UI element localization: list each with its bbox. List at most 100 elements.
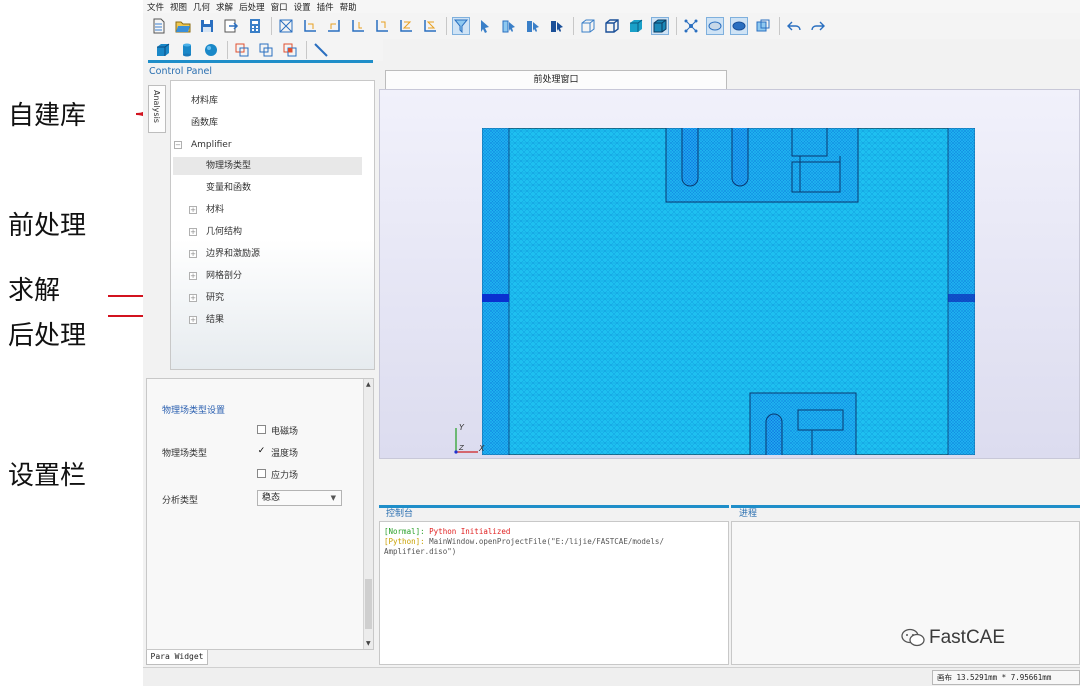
expand-icon[interactable]: + xyxy=(189,293,197,302)
tree-item-material-lib[interactable]: 材料库 xyxy=(191,92,218,110)
menu-geometry[interactable]: 几何 xyxy=(193,1,210,13)
tree-item-variables[interactable]: 变量和函数 xyxy=(206,179,251,197)
new-file-icon[interactable] xyxy=(151,18,167,34)
thermal-field-checkbox[interactable]: ✓ xyxy=(257,447,266,456)
app-window: 文件 视图 几何 求解 后处理 窗口 设置 插件 帮助 Control Pane… xyxy=(143,0,1080,686)
menu-settings[interactable]: 设置 xyxy=(294,1,311,13)
tree-item-geometry-label: 几何结构 xyxy=(206,227,243,237)
fit-view-icon[interactable] xyxy=(278,18,294,34)
surface-edges-icon[interactable] xyxy=(651,17,669,35)
tree-item-function-lib[interactable]: 函数库 xyxy=(191,114,218,132)
wireframe-icon[interactable] xyxy=(580,18,596,34)
tree-item-physics-type[interactable]: 物理场类型 xyxy=(173,157,362,175)
console-output[interactable]: [Normal]: Python Initialized [Python]: M… xyxy=(379,521,729,665)
redo-icon[interactable] xyxy=(810,18,826,34)
toolbar-separator xyxy=(573,17,574,35)
line-icon[interactable] xyxy=(313,42,329,58)
view-zplus-icon[interactable] xyxy=(398,18,414,34)
main-toolbar xyxy=(143,13,1080,39)
select-filter-icon[interactable] xyxy=(452,17,470,35)
collapse-icon[interactable]: − xyxy=(174,140,182,149)
import-icon[interactable] xyxy=(223,18,239,34)
sphere-icon[interactable] xyxy=(203,42,219,58)
expand-icon[interactable]: + xyxy=(189,271,197,280)
boolean-union-icon[interactable] xyxy=(234,42,250,58)
menu-bar: 文件 视图 几何 求解 后处理 窗口 设置 插件 帮助 xyxy=(143,0,1080,13)
em-field-checkbox[interactable] xyxy=(257,425,266,434)
mesh-faces-icon[interactable] xyxy=(730,17,748,35)
annotation-solve: 求解 xyxy=(8,276,61,306)
view-yplus-icon[interactable] xyxy=(350,18,366,34)
normal-tag: [Normal]: xyxy=(384,527,425,536)
select-face-icon[interactable] xyxy=(525,18,541,34)
expand-icon[interactable]: + xyxy=(189,205,197,214)
scroll-thumb[interactable] xyxy=(365,579,372,629)
menu-view[interactable]: 视图 xyxy=(170,1,187,13)
undo-icon[interactable] xyxy=(786,18,802,34)
mesh-quality-icon[interactable] xyxy=(755,18,771,34)
boolean-cut-icon[interactable] xyxy=(258,42,274,58)
stress-field-label: 应力场 xyxy=(271,471,299,481)
para-widget-tab[interactable]: Para Widget xyxy=(146,650,208,665)
console-line: [Normal]: Python Initialized xyxy=(384,527,724,537)
menu-postprocess[interactable]: 后处理 xyxy=(239,1,265,13)
menu-help[interactable]: 帮助 xyxy=(340,1,357,13)
select-edge-icon[interactable] xyxy=(501,18,517,34)
select-point-icon[interactable] xyxy=(477,18,493,34)
annotation-postprocess: 后处理 xyxy=(8,321,87,351)
status-bar: 画布 13.5291mm * 7.95661mm xyxy=(143,667,1080,686)
boolean-intersect-icon[interactable] xyxy=(282,42,298,58)
watermark-text: FastCAE xyxy=(929,627,1006,648)
console-line: [Python]: MainWindow.openProjectFile("E:… xyxy=(384,537,724,547)
control-panel-title: Control Panel xyxy=(149,66,212,77)
expand-icon[interactable]: + xyxy=(189,249,197,258)
save-icon[interactable] xyxy=(199,18,215,34)
select-body-icon[interactable] xyxy=(549,18,565,34)
geometry-toolbar xyxy=(143,39,383,61)
wechat-icon xyxy=(901,628,925,647)
menu-file[interactable]: 文件 xyxy=(147,1,164,13)
settings-title: 物理场类型设置 xyxy=(162,406,226,416)
calculator-icon[interactable] xyxy=(247,18,263,34)
thermal-field-label: 温度场 xyxy=(271,449,299,459)
stress-field-checkbox[interactable] xyxy=(257,469,266,478)
project-tree: 材料库 函数库 − Amplifier 物理场类型 变量和函数 + 材料 + 几何结构… xyxy=(170,80,375,370)
tree-item-materials[interactable]: + 材料 xyxy=(189,201,224,219)
box-icon[interactable] xyxy=(155,42,171,58)
tree-item-project-label: Amplifier xyxy=(191,140,232,150)
console-message: Amplifier.diso") xyxy=(384,547,457,556)
expand-icon[interactable]: + xyxy=(189,227,197,236)
analysis-tab-label: Analysis xyxy=(152,90,161,123)
menu-window[interactable]: 窗口 xyxy=(271,1,288,13)
expand-icon[interactable]: + xyxy=(189,315,197,324)
analysis-vertical-tab[interactable]: Analysis xyxy=(148,85,166,133)
view-xplus-icon[interactable] xyxy=(302,18,318,34)
tab-preprocess-window[interactable]: 前处理窗口 xyxy=(385,70,727,89)
edges-icon[interactable] xyxy=(604,18,620,34)
view-yminus-icon[interactable] xyxy=(374,18,390,34)
mesh-edges-icon[interactable] xyxy=(706,17,724,35)
tree-item-results[interactable]: + 结果 xyxy=(189,311,224,329)
view-zminus-icon[interactable] xyxy=(422,18,438,34)
menu-plugins[interactable]: 插件 xyxy=(317,1,334,13)
settings-scrollbar[interactable]: ▲ ▼ xyxy=(363,379,373,649)
mesh-nodes-icon[interactable] xyxy=(683,18,699,34)
toolbar-separator xyxy=(271,17,272,35)
tree-item-mesh[interactable]: + 网格剖分 xyxy=(189,267,242,285)
scroll-down-icon[interactable]: ▼ xyxy=(366,640,371,647)
open-folder-icon[interactable] xyxy=(175,18,191,34)
analysis-type-value: 稳态 xyxy=(262,493,281,503)
toolbar-separator xyxy=(779,17,780,35)
cylinder-icon[interactable] xyxy=(179,42,195,58)
tree-item-study[interactable]: + 研究 xyxy=(189,289,224,307)
surface-icon[interactable] xyxy=(628,18,644,34)
tree-item-boundary[interactable]: + 边界和激励源 xyxy=(189,245,260,263)
view-xminus-icon[interactable] xyxy=(326,18,342,34)
scroll-up-icon[interactable]: ▲ xyxy=(366,381,371,388)
axis-y-label: Y xyxy=(459,423,465,432)
analysis-type-select[interactable]: 稳态 ▼ xyxy=(257,490,342,506)
progress-title: 进程 xyxy=(731,505,1080,521)
tree-item-geometry[interactable]: + 几何结构 xyxy=(189,223,242,241)
tree-item-project[interactable]: − Amplifier xyxy=(174,136,232,154)
menu-solve[interactable]: 求解 xyxy=(216,1,233,13)
